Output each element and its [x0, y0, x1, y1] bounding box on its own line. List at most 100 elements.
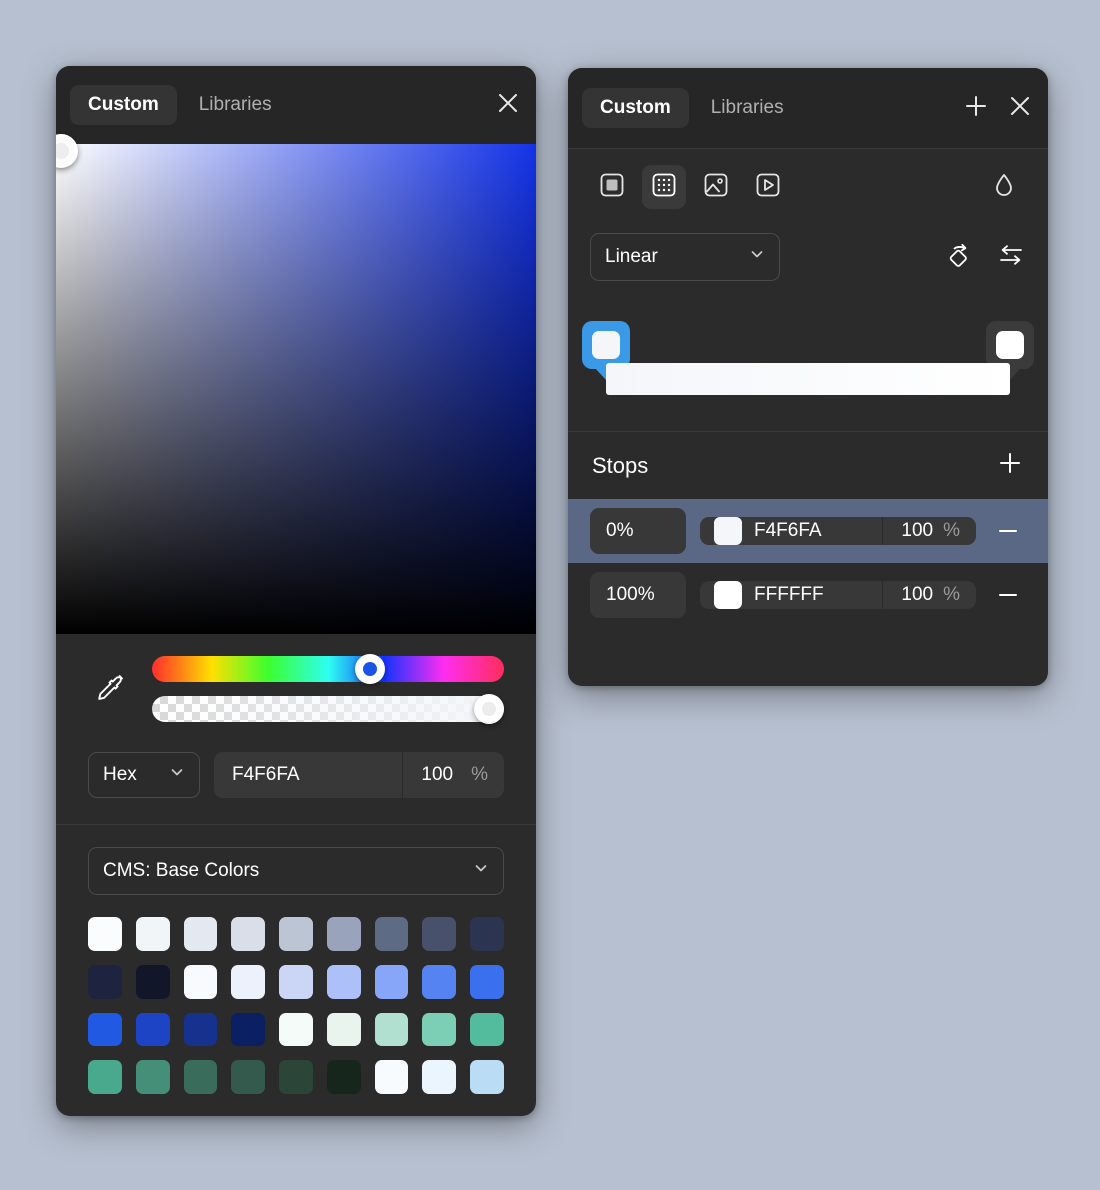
swatch-grid: [88, 917, 505, 1095]
hue-slider-thumb[interactable]: [355, 654, 386, 684]
stop-color-group: F4F6FA 100%: [700, 517, 976, 545]
color-swatch[interactable]: [135, 1060, 170, 1095]
gradient-editor-header: Custom Libraries: [568, 68, 1048, 148]
remove-stop-button[interactable]: [990, 581, 1026, 609]
color-swatch[interactable]: [279, 1060, 313, 1095]
fill-type-gradient[interactable]: [642, 165, 686, 209]
color-swatch[interactable]: [326, 1012, 361, 1047]
eyedropper-button[interactable]: [88, 670, 134, 708]
tab-bar: Custom Libraries: [582, 88, 962, 128]
tab-libraries[interactable]: Libraries: [181, 85, 290, 125]
tab-custom[interactable]: Custom: [70, 85, 177, 125]
color-swatch[interactable]: [470, 964, 505, 999]
opacity-droplet-button[interactable]: [982, 165, 1026, 209]
gradient-type-select[interactable]: Linear: [590, 233, 780, 281]
minus-icon: [999, 530, 1017, 532]
color-swatch[interactable]: [422, 917, 457, 951]
stops-title: Stops: [592, 452, 649, 478]
minus-icon: [999, 594, 1017, 596]
opacity-input[interactable]: 100: [403, 752, 471, 798]
header-actions: [962, 92, 1034, 125]
color-swatch[interactable]: [88, 1012, 122, 1047]
stop-color-button[interactable]: [700, 581, 754, 609]
color-format-label: Hex: [103, 764, 137, 785]
color-swatch[interactable]: [183, 1012, 218, 1047]
color-swatch[interactable]: [279, 964, 313, 999]
color-swatch[interactable]: [374, 917, 409, 951]
color-swatch[interactable]: [374, 1012, 409, 1047]
stop-row[interactable]: 0% F4F6FA 100%: [568, 499, 1048, 563]
chevron-down-icon: [169, 764, 185, 786]
stop-color-chip: [592, 331, 620, 359]
tab-libraries[interactable]: Libraries: [693, 88, 802, 128]
color-swatch[interactable]: [183, 1060, 218, 1095]
color-swatch[interactable]: [374, 964, 409, 999]
color-swatch[interactable]: [374, 1060, 409, 1095]
color-swatch[interactable]: [231, 1012, 266, 1047]
swap-direction-icon[interactable]: [996, 240, 1026, 275]
close-icon[interactable]: [1006, 92, 1034, 125]
color-swatch[interactable]: [88, 1060, 122, 1095]
stop-row[interactable]: 100% FFFFFF 100%: [568, 563, 1048, 627]
color-swatch[interactable]: [88, 964, 122, 999]
chevron-down-icon: [749, 246, 765, 268]
color-swatch[interactable]: [326, 964, 361, 999]
color-swatch[interactable]: [183, 917, 218, 951]
fill-type-image[interactable]: [694, 165, 738, 209]
stop-hex-input[interactable]: F4F6FA: [754, 517, 882, 545]
color-swatch[interactable]: [470, 1012, 505, 1047]
stop-opacity-input[interactable]: 100: [883, 517, 943, 545]
gradient-preview-bar[interactable]: [606, 363, 1010, 395]
stop-opacity-unit: %: [943, 584, 960, 605]
stop-position-input[interactable]: 0%: [590, 508, 686, 554]
alpha-slider[interactable]: [152, 694, 504, 724]
image-fill-icon: [703, 172, 729, 203]
color-swatch[interactable]: [422, 964, 457, 999]
close-icon[interactable]: [494, 89, 522, 122]
gradient-editor-panel: Custom Libraries Linear Stops 0% F4F6FA …: [568, 68, 1048, 686]
stop-opacity-input[interactable]: 100: [883, 581, 943, 609]
color-swatch[interactable]: [231, 1060, 266, 1095]
color-picker-panel: Custom Libraries Hex F4F6FA 100 % CMS: B…: [56, 66, 536, 1116]
color-swatch[interactable]: [422, 1060, 457, 1095]
stop-position-input[interactable]: 100%: [590, 572, 686, 618]
stop-opacity-unit: %: [943, 520, 960, 541]
palette-select[interactable]: CMS: Base Colors: [88, 847, 504, 895]
color-swatch[interactable]: [231, 917, 266, 951]
color-swatch[interactable]: [135, 1012, 170, 1047]
stop-hex-input[interactable]: FFFFFF: [754, 581, 882, 609]
add-stop-button[interactable]: [996, 449, 1024, 482]
gradient-fill-icon: [651, 172, 677, 203]
plus-icon[interactable]: [962, 92, 990, 125]
gradient-stop-handle-0[interactable]: [582, 321, 630, 369]
stops-header: Stops: [568, 431, 1048, 499]
rotate-icon[interactable]: [944, 240, 974, 275]
tab-custom[interactable]: Custom: [582, 88, 689, 128]
color-swatch[interactable]: [279, 917, 313, 951]
color-swatch[interactable]: [183, 964, 218, 999]
color-swatch[interactable]: [422, 1012, 457, 1047]
stop-color-button[interactable]: [700, 517, 754, 545]
color-swatch[interactable]: [231, 964, 266, 999]
palette-section: CMS: Base Colors: [56, 825, 536, 1116]
color-format-select[interactable]: Hex: [88, 752, 200, 798]
color-swatch[interactable]: [470, 917, 505, 951]
color-picker-header: Custom Libraries: [56, 66, 536, 144]
chevron-down-icon: [473, 860, 489, 882]
color-swatch[interactable]: [135, 964, 170, 999]
remove-stop-button[interactable]: [990, 517, 1026, 545]
gradient-stop-handle-1[interactable]: [986, 321, 1034, 369]
color-swatch[interactable]: [135, 917, 170, 951]
color-swatch[interactable]: [326, 917, 361, 951]
saturation-value-field[interactable]: [56, 134, 536, 634]
hex-input[interactable]: F4F6FA: [214, 752, 402, 798]
gradient-type-label: Linear: [605, 246, 658, 267]
alpha-slider-thumb[interactable]: [474, 694, 504, 724]
fill-type-solid[interactable]: [590, 165, 634, 209]
fill-type-video[interactable]: [746, 165, 790, 209]
color-swatch[interactable]: [470, 1060, 505, 1095]
color-swatch[interactable]: [326, 1060, 361, 1095]
color-swatch[interactable]: [279, 1012, 313, 1047]
hue-slider[interactable]: [152, 654, 504, 684]
color-swatch[interactable]: [88, 917, 122, 951]
